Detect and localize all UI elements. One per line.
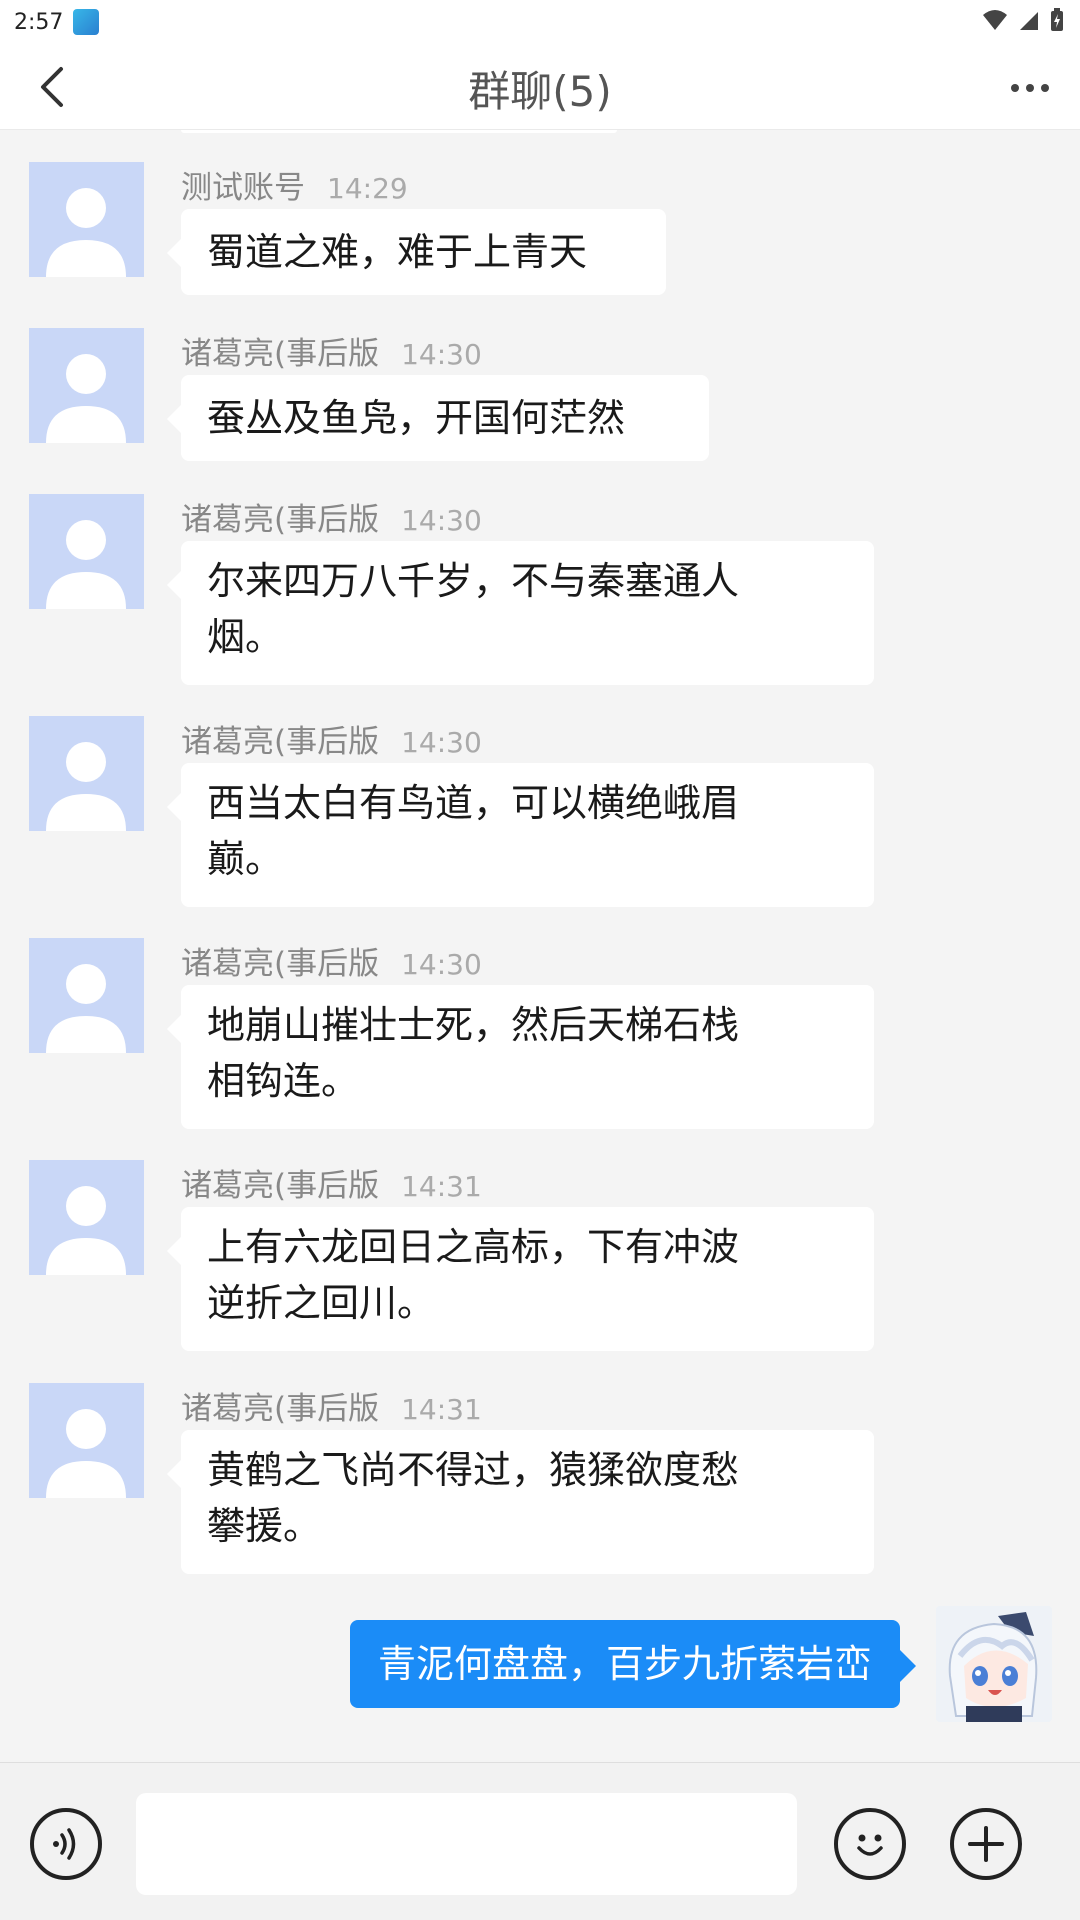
anime-avatar-icon bbox=[936, 1606, 1052, 1722]
message-time: 14:31 bbox=[401, 1393, 482, 1426]
sender-name: 诸葛亮(事后版 bbox=[181, 502, 380, 538]
message-meta: 测试账号 14:29 bbox=[181, 162, 408, 206]
message-text-line: 巅。 bbox=[207, 837, 284, 881]
sender-name: 诸葛亮(事后版 bbox=[181, 1391, 380, 1427]
sender-name: 诸葛亮(事后版 bbox=[181, 336, 380, 372]
message-bubble[interactable]: 西当太白有鸟道，可以横绝峨眉 巅。 bbox=[167, 763, 874, 907]
avatar[interactable] bbox=[29, 162, 144, 277]
message-text: 青泥何盘盘，百步九折萦岩峦 bbox=[377, 1642, 872, 1686]
message-bubble[interactable]: 蜀道之难，难于上青天 bbox=[167, 209, 666, 295]
message-input[interactable] bbox=[136, 1793, 797, 1895]
message-time: 14:31 bbox=[401, 1170, 482, 1203]
message-time: 14:29 bbox=[327, 172, 408, 205]
voice-icon bbox=[53, 1828, 76, 1860]
status-bar: 2:57 bbox=[0, 0, 1080, 44]
more-horizontal-icon bbox=[1011, 84, 1049, 92]
message-text-line: 西当太白有鸟道，可以横绝峨眉 bbox=[207, 781, 740, 825]
status-icons bbox=[982, 8, 1064, 32]
sender-name: 诸葛亮(事后版 bbox=[181, 724, 380, 760]
default-avatar-icon bbox=[46, 354, 126, 443]
message-bubble[interactable]: 上有六龙回日之高标，下有冲波 逆折之回川。 bbox=[167, 1207, 874, 1351]
page-title: 群聊(5) bbox=[468, 67, 612, 116]
message-bubble[interactable]: 尔来四万八千岁，不与秦塞通人 烟。 bbox=[167, 541, 874, 685]
default-avatar-icon bbox=[46, 742, 126, 831]
avatar[interactable] bbox=[29, 328, 144, 443]
message-text-line: 上有六龙回日之高标，下有冲波 bbox=[207, 1225, 740, 1269]
message-text-line: 逆折之回川。 bbox=[207, 1281, 436, 1325]
message-time: 14:30 bbox=[401, 726, 482, 759]
default-avatar-icon bbox=[46, 188, 126, 277]
message-meta: 诸葛亮(事后版 14:31 bbox=[181, 1383, 482, 1427]
previous-message-edge bbox=[181, 130, 617, 133]
default-avatar-icon bbox=[46, 964, 126, 1053]
message-bubble[interactable]: 地崩山摧壮士死，然后天梯石栈 相钩连。 bbox=[167, 985, 874, 1129]
self-message-item: 青泥何盘盘，百步九折萦岩峦 bbox=[0, 1606, 1080, 1736]
avatar[interactable] bbox=[29, 494, 144, 609]
signal-icon bbox=[1020, 12, 1038, 30]
sender-name: 诸葛亮(事后版 bbox=[181, 946, 380, 982]
avatar[interactable] bbox=[29, 1160, 144, 1275]
message-text-line: 相钩连。 bbox=[207, 1059, 360, 1103]
message-text-line: 攀援。 bbox=[207, 1504, 322, 1548]
sender-name: 诸葛亮(事后版 bbox=[181, 1168, 380, 1204]
avatar[interactable] bbox=[29, 716, 144, 831]
sender-name: 测试账号 bbox=[181, 170, 305, 206]
message-meta: 诸葛亮(事后版 14:30 bbox=[181, 494, 482, 538]
message-text-line: 地崩山摧壮士死，然后天梯石栈 bbox=[207, 1003, 740, 1047]
avatar[interactable] bbox=[29, 1383, 144, 1498]
battery-icon bbox=[1051, 8, 1063, 31]
message-text-line: 烟。 bbox=[207, 615, 284, 659]
wifi-icon bbox=[983, 10, 1007, 30]
default-avatar-icon bbox=[46, 1186, 126, 1275]
message-bubble[interactable]: 蚕丛及鱼凫，开国何茫然 bbox=[167, 375, 709, 461]
voice-button[interactable] bbox=[30, 1808, 102, 1880]
chat-header: 群聊(5) bbox=[0, 44, 1080, 130]
message-meta: 诸葛亮(事后版 14:31 bbox=[181, 1160, 482, 1204]
more-button[interactable] bbox=[1000, 66, 1060, 110]
message-meta: 诸葛亮(事后版 14:30 bbox=[181, 328, 482, 372]
message-list[interactable]: 测试账号 14:29 蜀道之难，难于上青天 诸葛亮(事后版 14:30 蚕丛及鱼… bbox=[0, 130, 1080, 1762]
message-time: 14:30 bbox=[401, 338, 482, 371]
message-text: 蚕丛及鱼凫，开国何茫然 bbox=[207, 396, 626, 440]
self-avatar[interactable] bbox=[936, 1606, 1052, 1722]
plus-circle-icon bbox=[968, 1826, 1004, 1862]
message-bubble[interactable]: 黄鹤之飞尚不得过，猿猱欲度愁 攀援。 bbox=[167, 1430, 874, 1574]
self-message-bubble[interactable]: 青泥何盘盘，百步九折萦岩峦 bbox=[349, 1620, 917, 1708]
emoji-button[interactable] bbox=[834, 1808, 906, 1880]
avatar[interactable] bbox=[29, 938, 144, 1053]
message-meta: 诸葛亮(事后版 14:30 bbox=[181, 716, 482, 760]
emoji-icon bbox=[857, 1834, 883, 1856]
default-avatar-icon bbox=[46, 1409, 126, 1498]
input-bar bbox=[0, 1762, 1080, 1920]
message-text: 蜀道之难，难于上青天 bbox=[207, 230, 588, 274]
message-text-line: 尔来四万八千岁，不与秦塞通人 bbox=[207, 559, 740, 603]
message-time: 14:30 bbox=[401, 948, 482, 981]
add-button[interactable] bbox=[950, 1808, 1022, 1880]
status-time: 2:57 bbox=[14, 9, 64, 35]
message-text-line: 黄鹤之飞尚不得过，猿猱欲度愁 bbox=[207, 1448, 740, 1492]
default-avatar-icon bbox=[46, 520, 126, 609]
message-time: 14:30 bbox=[401, 504, 482, 537]
message-meta: 诸葛亮(事后版 14:30 bbox=[181, 938, 482, 982]
app-notification-icon bbox=[73, 9, 100, 35]
